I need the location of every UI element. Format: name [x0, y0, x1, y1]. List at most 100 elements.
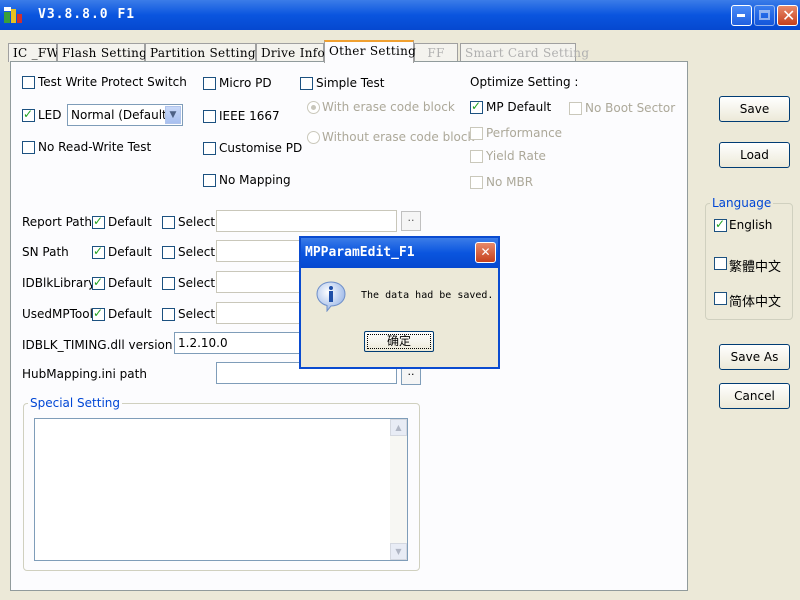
save-button[interactable]: Save: [719, 96, 790, 122]
close-icon: ✕: [782, 6, 796, 25]
no-mapping-checkbox[interactable]: [203, 174, 216, 187]
tab-partition-setting[interactable]: Partition Setting: [145, 43, 256, 62]
ieee1667-label: IEEE 1667: [219, 109, 280, 123]
without-erase-radio: [307, 131, 320, 144]
report-path-default-label: Default: [108, 215, 152, 229]
without-erase-label: Without erase code block: [322, 130, 475, 144]
yield-rate-checkbox: [470, 150, 483, 163]
tab-drive-info[interactable]: Drive Info: [256, 43, 325, 62]
maximize-icon: [759, 10, 770, 20]
ieee1667-checkbox[interactable]: [203, 110, 216, 123]
scroll-up-icon[interactable]: ▲: [390, 419, 407, 436]
message-dialog: MPParamEdit_F1 ✕ The data had be saved. …: [299, 236, 500, 369]
english-checkbox[interactable]: [714, 217, 727, 232]
idblk-timing-input[interactable]: 1.2.10.0: [174, 332, 301, 354]
tab-other-setting[interactable]: Other Setting: [324, 40, 416, 63]
trad-chinese-checkbox[interactable]: [714, 257, 727, 270]
idblk-library-default-checkbox[interactable]: [92, 275, 105, 290]
scrollbar[interactable]: ▲ ▼: [390, 419, 407, 560]
close-button[interactable]: ✕: [777, 5, 798, 26]
sn-path-select-label: Select: [178, 245, 216, 259]
no-mbr-checkbox: [470, 176, 483, 189]
no-mapping-label: No Mapping: [219, 173, 291, 187]
customise-pd-label: Customise PD: [219, 141, 303, 155]
cancel-button[interactable]: Cancel: [719, 383, 790, 409]
micro-pd-label: Micro PD: [219, 76, 272, 90]
idblk-library-select-label: Select: [178, 276, 216, 290]
report-path-browse-button: ..: [401, 211, 421, 231]
no-boot-sector-label: No Boot Sector: [585, 101, 676, 115]
with-erase-label: With erase code block: [322, 100, 455, 114]
sn-path-input: [216, 240, 301, 262]
used-mptool-label: UsedMPTool:: [22, 307, 97, 321]
report-path-select-label: Select: [178, 215, 216, 229]
sn-path-select-checkbox[interactable]: [162, 246, 175, 259]
used-mptool-select-label: Select: [178, 307, 216, 321]
performance-label: Performance: [486, 126, 563, 140]
used-mptool-select-checkbox[interactable]: [162, 308, 175, 321]
simple-test-label: Simple Test: [316, 76, 385, 90]
sn-path-default-checkbox[interactable]: [92, 244, 105, 259]
dialog-message: The data had be saved.: [361, 290, 494, 301]
customise-pd-checkbox[interactable]: [203, 142, 216, 155]
dialog-close-button[interactable]: ✕: [475, 242, 496, 263]
tab-smart-card-setting: Smart Card Setting: [460, 43, 589, 62]
micro-pd-checkbox[interactable]: [203, 77, 216, 90]
mp-default-label: MP Default: [486, 100, 552, 114]
with-erase-radio: [307, 101, 320, 114]
tab-ff: FF: [414, 43, 458, 62]
led-checkbox[interactable]: [22, 107, 35, 122]
idblk-library-select-checkbox[interactable]: [162, 277, 175, 290]
maximize-button: [754, 5, 775, 26]
window-title: V3.8.8.0 F1: [38, 7, 136, 22]
idblk-timing-label: IDBLK_TIMING.dll version :: [22, 338, 181, 352]
used-mptool-default-label: Default: [108, 307, 152, 321]
mp-default-checkbox[interactable]: [470, 99, 483, 114]
report-path-input: [216, 210, 397, 232]
led-label: LED: [38, 108, 62, 122]
tab-flash-setting[interactable]: Flash Setting: [57, 43, 147, 62]
performance-checkbox: [470, 127, 483, 140]
special-setting-textarea[interactable]: ▲ ▼: [34, 418, 408, 561]
report-path-label: Report Path :: [22, 215, 100, 229]
test-write-protect-label: Test Write Protect Switch: [38, 75, 187, 89]
load-button[interactable]: Load: [719, 142, 790, 168]
used-mptool-default-checkbox[interactable]: [92, 306, 105, 321]
save-as-button[interactable]: Save As: [719, 344, 790, 370]
trad-chinese-label: 繁體中文: [729, 260, 782, 275]
chevron-down-icon[interactable]: ▼: [165, 106, 181, 124]
led-mode-select[interactable]: Normal (Default) ▼: [67, 104, 183, 126]
no-read-write-checkbox[interactable]: [22, 141, 35, 154]
idblk-library-label: IDBlkLibrary:: [22, 276, 99, 290]
dialog-ok-button[interactable]: 确定: [364, 331, 434, 352]
yield-rate-label: Yield Rate: [486, 149, 546, 163]
test-write-protect-checkbox[interactable]: [22, 76, 35, 89]
dialog-title: MPParamEdit_F1: [305, 245, 415, 260]
sn-path-default-label: Default: [108, 245, 152, 259]
tab-ic-fw[interactable]: IC _FW: [8, 43, 59, 62]
simp-chinese-label: 简体中文: [729, 295, 782, 310]
minimize-icon: [737, 14, 745, 17]
report-path-select-checkbox[interactable]: [162, 216, 175, 229]
tab-strip: IC _FW Flash Setting Partition Setting D…: [8, 40, 688, 63]
idblk-library-default-label: Default: [108, 276, 152, 290]
optimize-setting-title: Optimize Setting :: [470, 75, 579, 89]
no-boot-sector-checkbox: [569, 102, 582, 115]
no-mbr-label: No MBR: [486, 175, 534, 189]
hubmapping-label: HubMapping.ini path: [22, 367, 147, 381]
scroll-down-icon[interactable]: ▼: [390, 543, 407, 560]
app-icon: [4, 7, 22, 23]
language-title: Language: [712, 196, 772, 210]
special-setting-title: Special Setting: [30, 396, 121, 410]
led-mode-value: Normal (Default): [71, 108, 172, 122]
simp-chinese-checkbox[interactable]: [714, 292, 727, 305]
no-read-write-label: No Read-Write Test: [38, 140, 152, 154]
report-path-default-checkbox[interactable]: [92, 214, 105, 229]
idblk-library-input: [216, 271, 301, 293]
minimize-button[interactable]: [731, 5, 752, 26]
close-icon: ✕: [480, 245, 491, 259]
sn-path-label: SN Path: [22, 245, 69, 259]
simple-test-checkbox[interactable]: [300, 77, 313, 90]
info-icon: [316, 281, 346, 312]
used-mptool-input: [216, 302, 301, 324]
